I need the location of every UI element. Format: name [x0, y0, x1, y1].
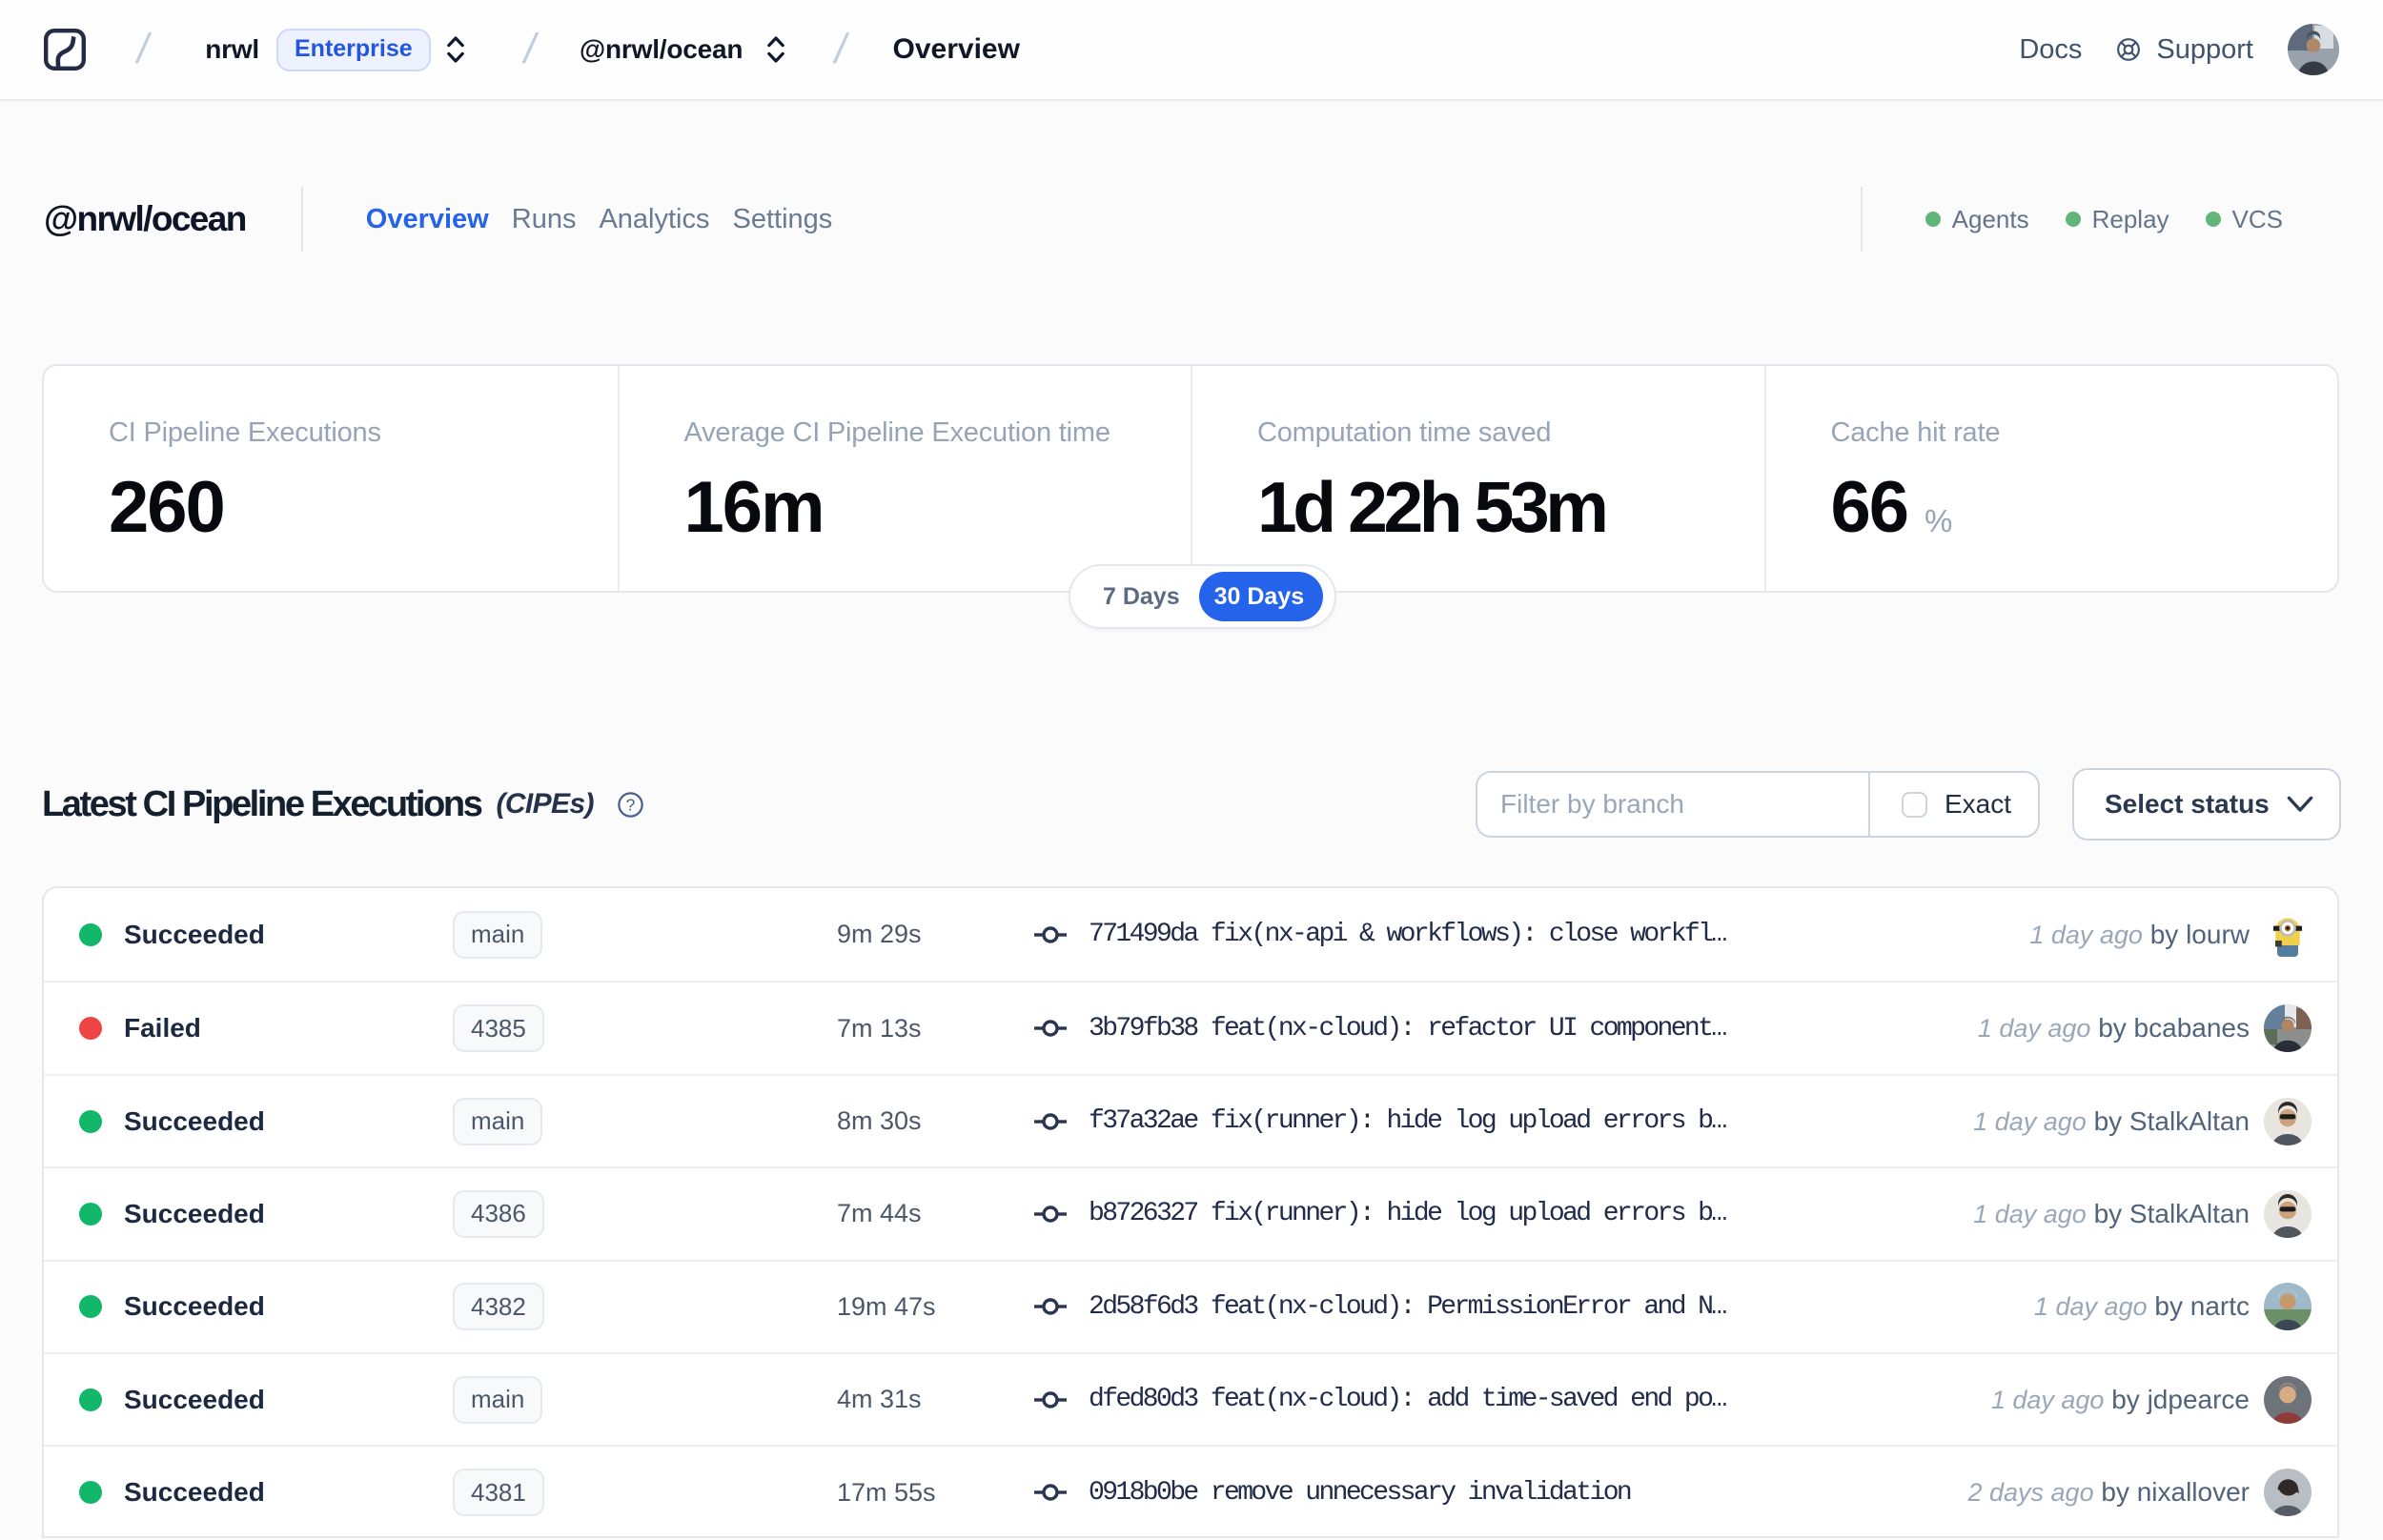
svg-text:?: ? — [626, 795, 636, 814]
